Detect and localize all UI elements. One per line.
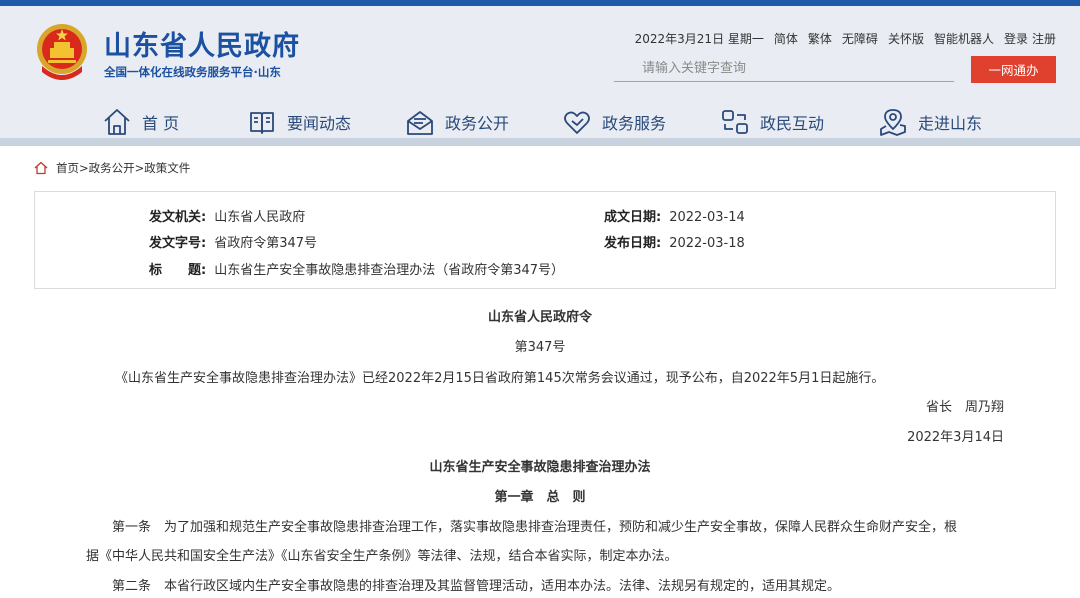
account-links: 登录 注册 [1004, 30, 1056, 48]
utility-bar: 2022年3月21日 星期一 简体 繁体 无障碍 关怀版 智能机器人 登录 注册 [635, 30, 1056, 48]
login-link[interactable]: 登录 [1004, 30, 1028, 48]
article-1-line-2: 据《中华人民共和国安全生产法》《山东省安全生产条例》等法律、法规，结合本省实际，… [86, 549, 678, 564]
search-input[interactable] [614, 56, 954, 81]
nav-item-about[interactable]: 走进山东 [878, 102, 982, 142]
order-number: 第347号 [514, 340, 566, 355]
announcement-paragraph: 《山东省生产安全事故隐患排查治理办法》已经2022年2月15日省政府第145次常… [115, 371, 885, 386]
meta-title: 标 题: 山东省生产安全事故隐患排查治理办法（省政府令第347号） [149, 259, 564, 278]
national-emblem-icon[interactable] [36, 22, 88, 80]
header-divider [0, 138, 1080, 146]
one-stop-service-button[interactable]: 一网通办 [971, 56, 1056, 83]
chapter-heading: 第一章 总 则 [494, 490, 586, 505]
accessibility-link[interactable]: 无障碍 [842, 30, 878, 48]
traditional-link[interactable]: 繁体 [808, 30, 832, 48]
map-pin-icon [880, 109, 906, 136]
meta-value: 2022-03-14 [669, 210, 745, 225]
current-date: 2022年3月21日 星期一 [634, 32, 764, 46]
document-metadata-panel: 发文机关: 山东省人民政府 发文字号: 省政府令第347号 标 题: 山东省生产安全事… [34, 191, 1056, 289]
meta-label: 发文机关: [149, 210, 207, 225]
nav-item-services[interactable]: 政务服务 [562, 102, 666, 142]
article-1-line-1: 第一条 为了加强和规范生产安全事故隐患排查治理工作，落实事故隐患排查治理责任，预… [112, 520, 958, 535]
home-icon [104, 109, 130, 135]
simplified-link[interactable]: 简体 [774, 30, 798, 48]
care-mode-link[interactable]: 关怀版 [888, 30, 924, 48]
meta-written-date: 成文日期: 2022-03-14 [604, 206, 745, 225]
breadcrumb-policy-docs[interactable]: 政策文件 [144, 161, 190, 175]
nav-item-interaction[interactable]: 政民互动 [720, 102, 824, 142]
nav-label: 要闻动态 [287, 114, 352, 133]
sign-date: 2022年3月14日 [907, 430, 1004, 445]
nav-item-home[interactable]: 首 页 [102, 102, 179, 142]
meta-label: 发文字号: [149, 236, 207, 251]
meta-doc-number: 发文字号: 省政府令第347号 [149, 232, 317, 251]
nav-label: 首 页 [142, 114, 180, 133]
interaction-icon [722, 110, 748, 134]
nav-label: 政民互动 [760, 114, 825, 133]
meta-value: 山东省人民政府 [214, 210, 306, 225]
breadcrumb-home[interactable]: 首页 [56, 161, 79, 175]
order-title: 山东省人民政府令 [487, 310, 592, 325]
article-2: 第二条 本省行政区域内生产安全事故隐患的排查治理及其监督管理活动，适用本办法。法… [112, 579, 841, 594]
meta-value: 2022-03-18 [669, 236, 745, 251]
home-icon[interactable] [34, 161, 48, 175]
main-nav: 首 页 要闻动态 政务公开 政务服务 政民互动 走进山东 [0, 102, 1080, 142]
breadcrumb-open-gov[interactable]: 政务公开 [89, 161, 135, 175]
site-header: 山东省人民政府 全国一体化在线政务服务平台·山东 2022年3月21日 星期一 … [0, 6, 1080, 146]
meta-label: 发布日期: [604, 236, 662, 251]
breadcrumb-separator: > [79, 161, 89, 175]
site-subtitle: 全国一体化在线政务服务平台·山东 [104, 65, 281, 79]
meta-label: 标 题: [149, 263, 207, 278]
register-link[interactable]: 注册 [1032, 30, 1056, 48]
search-field [614, 56, 954, 82]
law-title: 山东省生产安全事故隐患排查治理办法 [429, 460, 651, 475]
nav-label: 走进山东 [918, 114, 983, 133]
meta-issuer: 发文机关: 山东省人民政府 [149, 206, 305, 225]
heart-icon [564, 111, 590, 134]
breadcrumb: 首页>政务公开>政策文件 [34, 160, 190, 176]
nav-label: 政务公开 [445, 114, 510, 133]
mail-tray-icon [407, 111, 433, 135]
meta-label: 成文日期: [604, 210, 662, 225]
nav-label: 政务服务 [602, 114, 667, 133]
chatbot-link[interactable]: 智能机器人 [934, 30, 994, 48]
breadcrumb-separator: > [134, 161, 145, 175]
signer: 省长 周乃翔 [925, 400, 1004, 415]
site-title[interactable]: 山东省人民政府 [104, 24, 300, 63]
nav-item-news[interactable]: 要闻动态 [247, 102, 351, 142]
meta-value: 山东省生产安全事故隐患排查治理办法（省政府令第347号） [214, 263, 565, 278]
meta-published-date: 发布日期: 2022-03-18 [604, 232, 745, 251]
book-icon [250, 112, 274, 134]
nav-item-open-gov[interactable]: 政务公开 [405, 102, 509, 142]
meta-value: 省政府令第347号 [214, 236, 318, 251]
